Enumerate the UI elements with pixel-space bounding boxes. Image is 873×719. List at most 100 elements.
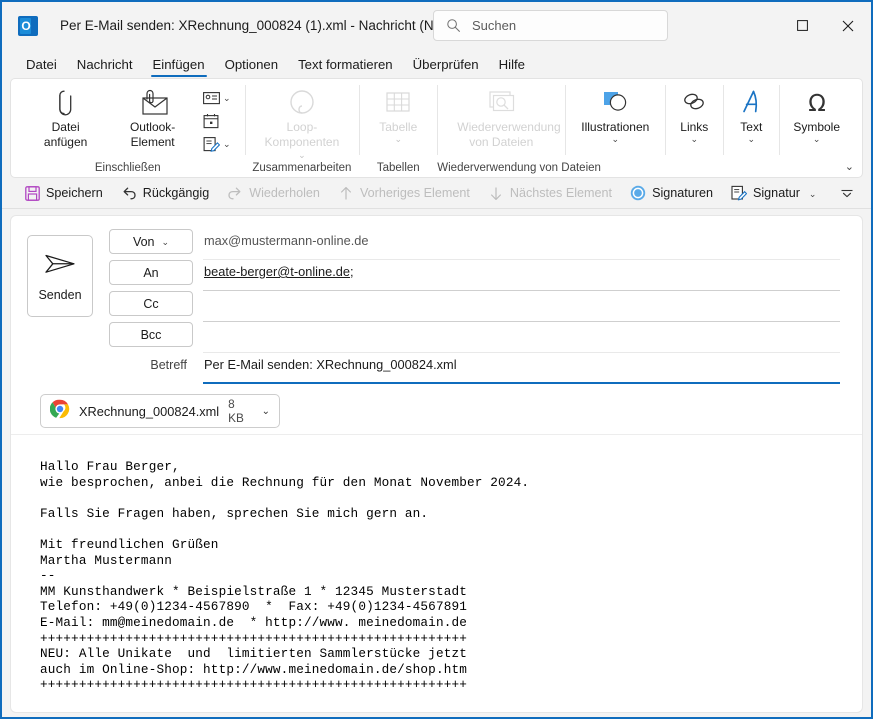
to-button[interactable]: An [109, 260, 193, 285]
signature-icon [203, 136, 221, 152]
more-options-icon [839, 185, 855, 201]
to-row: An beate-berger@t-online.de; [109, 260, 840, 291]
to-separator: ; [350, 264, 354, 279]
tab-ueberpruefen[interactable]: Überprüfen [403, 57, 489, 78]
tab-einfuegen[interactable]: Einfügen [143, 57, 215, 78]
paperclip-icon [53, 88, 79, 118]
signature-button[interactable]: ⌄ [199, 133, 235, 154]
subject-value[interactable]: Per E-Mail senden: XRechnung_000824.xml [203, 353, 840, 384]
attachment-chevron-down-icon[interactable]: ⌄ [262, 406, 270, 417]
search-placeholder: Suchen [472, 18, 517, 33]
previous-item-label: Vorheriges Element [359, 186, 470, 200]
attach-file-label: Datei anfügen [43, 120, 88, 149]
tab-text-formatieren[interactable]: Text formatieren [288, 57, 403, 78]
group-label-einschliessen: Einschließen [94, 162, 161, 174]
tab-optionen[interactable]: Optionen [215, 57, 289, 78]
send-button[interactable]: Senden [27, 235, 93, 317]
ribbon-group-einschliessen: Datei anfügen Outlook-Element ⌄ ⌄ Einsch… [11, 79, 245, 177]
business-card-icon [203, 91, 220, 104]
table-button: Tabelle ⌄ [371, 83, 425, 144]
window-controls [779, 2, 871, 49]
ribbon-group-zusammenarbeiten: Loop-Komponenten ⌄ Zusammenarbeiten [244, 79, 360, 177]
illustrations-caret-icon[interactable]: ⌄ [612, 135, 620, 144]
symbols-caret-icon[interactable]: ⌄ [813, 135, 821, 144]
save-icon [24, 185, 40, 201]
loop-caret-icon: ⌄ [298, 150, 306, 160]
outlook-item-button[interactable]: Outlook-Element [106, 83, 199, 150]
redo-label: Wiederholen [249, 186, 320, 200]
attachment-chip[interactable]: XRechnung_000824.xml 8 KB ⌄ [40, 394, 280, 428]
tab-datei[interactable]: Datei [16, 57, 67, 78]
bcc-button-label: Bcc [140, 327, 162, 342]
restore-button[interactable] [779, 6, 825, 46]
outlook-icon-letter: O [21, 18, 31, 33]
illustrations-button[interactable]: Illustrationen ⌄ [573, 83, 657, 144]
send-button-label: Senden [38, 287, 82, 302]
cc-button-label: Cc [143, 296, 159, 311]
signature-menu-caret-icon[interactable]: ⌄ [809, 189, 817, 198]
to-recipient-address: beate-berger@t-online.de [204, 264, 351, 279]
from-button-label: Von [132, 234, 155, 249]
previous-item-button: Vorheriges Element [329, 180, 479, 206]
save-button[interactable]: Speichern [15, 180, 112, 206]
arrow-up-icon [338, 185, 354, 201]
text-button[interactable]: Text ⌄ [729, 83, 773, 144]
text-icon [737, 88, 765, 118]
undo-label: Rückgängig [142, 186, 210, 200]
tab-hilfe[interactable]: Hilfe [489, 57, 535, 78]
from-row: Von ⌄ max@mustermann-online.de [109, 229, 840, 260]
signature-caret-icon[interactable]: ⌄ [223, 140, 231, 149]
attachment-size: 8 KB [228, 397, 244, 425]
einschliessen-small-buttons: ⌄ ⌄ [199, 83, 235, 154]
group-label-zusammenarbeiten: Zusammenarbeiten [252, 162, 352, 174]
links-caret-icon[interactable]: ⌄ [691, 135, 699, 144]
title-bar: O Per E-Mail senden: XRechnung_000824 (1… [2, 2, 871, 49]
illustrations-icon [599, 88, 631, 118]
text-label: Text [740, 120, 763, 134]
attachment-filename: XRechnung_000824.xml [79, 403, 220, 419]
ribbon-collapse-icon[interactable]: ⌄ [845, 160, 854, 173]
message-header: Senden Von ⌄ max@mustermann-online.de An… [11, 216, 862, 384]
qat-overflow-button[interactable] [825, 180, 864, 206]
table-icon [383, 88, 413, 118]
cc-value[interactable] [203, 291, 840, 322]
attach-file-button[interactable]: Datei anfügen [25, 83, 106, 150]
bcc-value[interactable] [203, 322, 840, 353]
outlook-item-label: Outlook-Element [129, 120, 176, 149]
business-card-caret-icon[interactable]: ⌄ [223, 94, 231, 103]
next-item-button: Nächstes Element [479, 180, 621, 206]
cc-button[interactable]: Cc [109, 291, 193, 316]
group-label-tabellen: Tabellen [376, 162, 420, 174]
bcc-button[interactable]: Bcc [109, 322, 193, 347]
compose-surface: Senden Von ⌄ max@mustermann-online.de An… [10, 215, 863, 713]
to-value[interactable]: beate-berger@t-online.de; [203, 260, 840, 291]
signatures-button[interactable]: Signaturen [621, 180, 722, 206]
table-label: Tabelle [379, 120, 418, 134]
reuse-files-icon [484, 88, 518, 118]
text-caret-icon[interactable]: ⌄ [748, 135, 756, 144]
reuse-files-button: Wiederverwendung von Dateien [449, 83, 561, 150]
from-caret-icon[interactable]: ⌄ [162, 238, 170, 247]
search-box[interactable]: Suchen [433, 10, 668, 41]
loop-icon [285, 88, 319, 118]
links-button[interactable]: Links ⌄ [671, 83, 717, 144]
subject-label: Betreff [150, 358, 187, 372]
symbols-button[interactable]: Ω Symbole ⌄ [785, 83, 848, 144]
illustrations-label: Illustrationen [581, 120, 650, 134]
redo-button: Wiederholen [218, 180, 329, 206]
from-button[interactable]: Von ⌄ [109, 229, 193, 254]
signatures-circle-icon [630, 185, 646, 201]
calendar-button[interactable] [199, 110, 235, 131]
send-arrow-icon [43, 251, 77, 282]
undo-button[interactable]: Rückgängig [112, 180, 219, 206]
tab-nachricht[interactable]: Nachricht [67, 57, 143, 78]
message-body[interactable]: Hallo Frau Berger, wie besprochen, anbei… [11, 435, 862, 712]
ribbon-group-tabellen: Tabelle ⌄ Tabellen [359, 79, 437, 177]
from-value[interactable]: max@mustermann-online.de [203, 229, 840, 260]
close-button[interactable] [825, 6, 871, 46]
outlook-compose-window: O Per E-Mail senden: XRechnung_000824 (1… [0, 0, 873, 719]
calendar-icon [203, 113, 219, 128]
business-card-button[interactable]: ⌄ [199, 87, 235, 108]
send-column: Senden [11, 229, 109, 384]
signature-menu-button[interactable]: Signatur ⌄ [722, 180, 825, 206]
